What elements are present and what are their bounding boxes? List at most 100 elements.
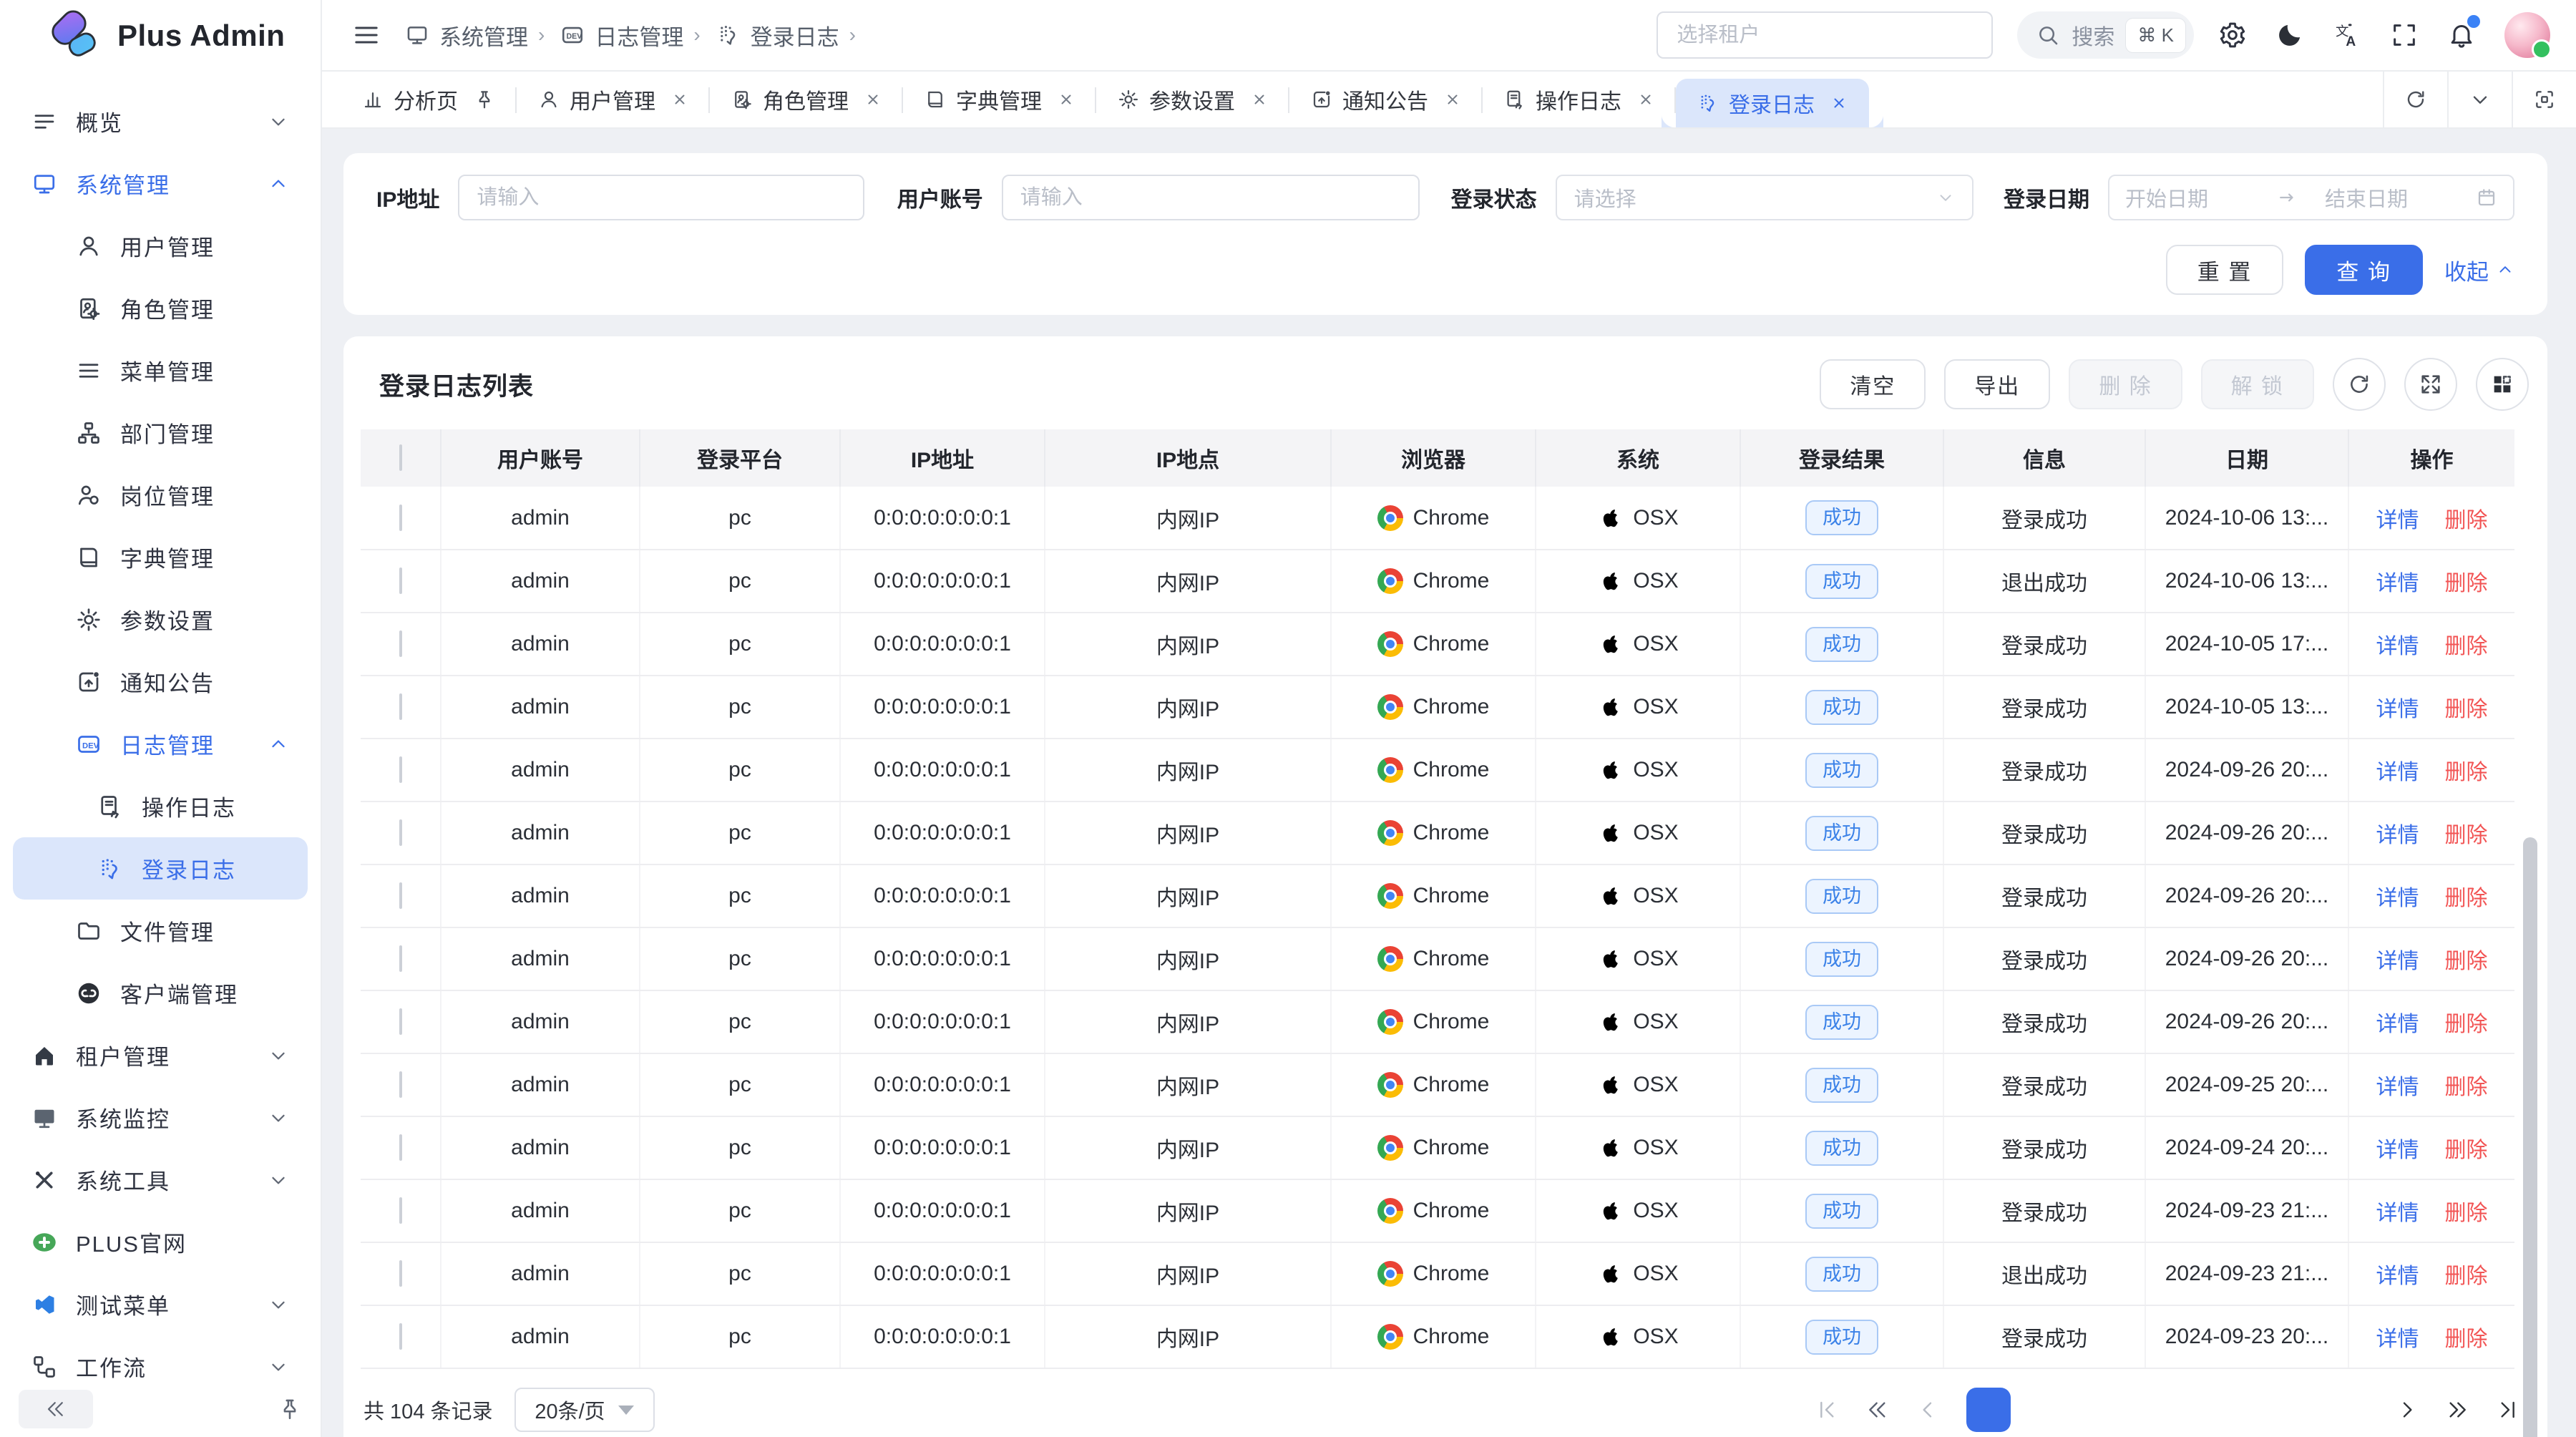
reset-button[interactable]: 重 置 xyxy=(2166,245,2284,295)
close-icon[interactable] xyxy=(1251,91,1268,108)
first-page-icon[interactable] xyxy=(1816,1398,1839,1421)
tenant-select-input[interactable] xyxy=(1657,11,1993,59)
row-checkbox[interactable] xyxy=(399,568,402,594)
row-checkbox[interactable] xyxy=(399,819,402,846)
next-block-icon[interactable] xyxy=(2446,1398,2469,1421)
detail-link[interactable]: 详情 xyxy=(2376,509,2419,532)
columns-button[interactable] xyxy=(2476,358,2529,411)
expand-list-button[interactable] xyxy=(2404,358,2457,411)
row-checkbox[interactable] xyxy=(399,1197,402,1224)
sidebar-item-menu-mgmt[interactable]: 菜单管理 xyxy=(13,339,308,401)
delete-link[interactable]: 删除 xyxy=(2445,887,2488,910)
delete-link[interactable]: 删除 xyxy=(2445,1013,2488,1036)
export-button[interactable]: 导出 xyxy=(1944,359,2050,409)
delete-link[interactable]: 删除 xyxy=(2445,824,2488,847)
clear-button[interactable]: 清空 xyxy=(1820,359,1926,409)
sidebar-item-dept-mgmt[interactable]: 部门管理 xyxy=(13,401,308,464)
pin-icon[interactable] xyxy=(278,1397,302,1421)
last-page-icon[interactable] xyxy=(2496,1398,2519,1421)
page-5[interactable] xyxy=(2253,1388,2297,1432)
tab-login-log[interactable]: 登录日志 xyxy=(1676,79,1869,127)
menu-toggle-icon[interactable] xyxy=(352,21,381,49)
detail-link[interactable]: 详情 xyxy=(2376,1265,2419,1288)
ip-input[interactable] xyxy=(458,175,864,220)
row-checkbox[interactable] xyxy=(399,1008,402,1035)
refresh-tab-icon[interactable] xyxy=(2383,72,2447,127)
row-checkbox[interactable] xyxy=(399,756,402,783)
date-range-picker[interactable]: 开始日期 结束日期 xyxy=(2108,175,2514,220)
account-input[interactable] xyxy=(1002,175,1420,220)
detail-link[interactable]: 详情 xyxy=(2376,1328,2419,1351)
prev-page-icon[interactable] xyxy=(1916,1398,1939,1421)
page-6[interactable] xyxy=(2324,1388,2368,1432)
delete-link[interactable]: 删除 xyxy=(2445,1328,2488,1351)
sidebar-collapse-button[interactable] xyxy=(19,1390,93,1428)
sidebar-item-system-tools[interactable]: 系统工具 xyxy=(13,1149,308,1211)
row-checkbox[interactable] xyxy=(399,505,402,531)
close-icon[interactable] xyxy=(671,91,688,108)
sidebar-item-file-mgmt[interactable]: 文件管理 xyxy=(13,900,308,962)
language-icon[interactable]: 文A xyxy=(2333,21,2361,49)
page-2[interactable] xyxy=(2038,1388,2082,1432)
sidebar-item-dict-mgmt[interactable]: 字典管理 xyxy=(13,526,308,588)
refresh-list-button[interactable] xyxy=(2333,358,2386,411)
tab-analysis[interactable]: 分析页 xyxy=(341,72,517,127)
tab-dict-mgmt[interactable]: 字典管理 xyxy=(903,72,1096,127)
delete-link[interactable]: 删除 xyxy=(2445,698,2488,721)
notifications-icon[interactable] xyxy=(2447,21,2476,49)
sidebar-item-log-mgmt[interactable]: DEV 日志管理 xyxy=(13,713,308,775)
detail-link[interactable]: 详情 xyxy=(2376,635,2419,658)
row-checkbox[interactable] xyxy=(399,945,402,972)
avatar[interactable] xyxy=(2504,12,2550,58)
tab-notice[interactable]: 通知公告 xyxy=(1289,72,1483,127)
delete-link[interactable]: 删除 xyxy=(2445,572,2488,595)
tab-role-mgmt[interactable]: 角色管理 xyxy=(710,72,903,127)
close-icon[interactable] xyxy=(1830,94,1848,112)
tab-menu-icon[interactable] xyxy=(2447,72,2512,127)
settings-icon[interactable] xyxy=(2218,21,2247,49)
sidebar-item-client-mgmt[interactable]: 客户端管理 xyxy=(13,962,308,1024)
sidebar-item-plus-site[interactable]: PLUS官网 xyxy=(13,1211,308,1273)
content-fullscreen-icon[interactable] xyxy=(2512,72,2576,127)
close-icon[interactable] xyxy=(1058,91,1075,108)
close-icon[interactable] xyxy=(864,91,882,108)
page-3[interactable] xyxy=(2109,1388,2154,1432)
sidebar-item-notice[interactable]: 通知公告 xyxy=(13,651,308,713)
sidebar-item-login-log[interactable]: 登录日志 xyxy=(13,837,308,900)
detail-link[interactable]: 详情 xyxy=(2376,1076,2419,1099)
row-checkbox[interactable] xyxy=(399,1071,402,1098)
sidebar-item-post-mgmt[interactable]: 岗位管理 xyxy=(13,464,308,526)
row-checkbox[interactable] xyxy=(399,1134,402,1161)
detail-link[interactable]: 详情 xyxy=(2376,572,2419,595)
global-search[interactable]: 搜索 ⌘ K xyxy=(2017,11,2194,59)
detail-link[interactable]: 详情 xyxy=(2376,761,2419,784)
tab-user-mgmt[interactable]: 用户管理 xyxy=(517,72,710,127)
sidebar-item-role-mgmt[interactable]: 角色管理 xyxy=(13,277,308,339)
delete-link[interactable]: 删除 xyxy=(2445,1265,2488,1288)
detail-link[interactable]: 详情 xyxy=(2376,887,2419,910)
fullscreen-icon[interactable] xyxy=(2390,21,2419,49)
sidebar-item-user-mgmt[interactable]: 用户管理 xyxy=(13,215,308,277)
detail-link[interactable]: 详情 xyxy=(2376,824,2419,847)
breadcrumb-system-mgmt[interactable]: 系统管理 › xyxy=(405,19,545,52)
breadcrumb-login-log[interactable]: 登录日志 › xyxy=(716,19,856,52)
select-all-checkbox[interactable] xyxy=(399,444,402,471)
row-checkbox[interactable] xyxy=(399,882,402,909)
close-icon[interactable] xyxy=(1637,91,1654,108)
prev-block-icon[interactable] xyxy=(1866,1398,1889,1421)
sidebar-item-workflow[interactable]: 工作流 xyxy=(13,1335,308,1387)
collapse-filter-link[interactable]: 收起 xyxy=(2444,254,2514,286)
breadcrumb-log-mgmt[interactable]: DEV 日志管理 › xyxy=(560,19,700,52)
sidebar-item-param-settings[interactable]: 参数设置 xyxy=(13,588,308,651)
delete-link[interactable]: 删除 xyxy=(2445,1139,2488,1162)
delete-link[interactable]: 删除 xyxy=(2445,509,2488,532)
delete-link[interactable]: 删除 xyxy=(2445,1202,2488,1225)
detail-link[interactable]: 详情 xyxy=(2376,1139,2419,1162)
sidebar-item-system-mgmt[interactable]: 系统管理 xyxy=(13,152,308,215)
pin-icon[interactable] xyxy=(474,89,495,110)
detail-link[interactable]: 详情 xyxy=(2376,698,2419,721)
delete-link[interactable]: 删除 xyxy=(2445,635,2488,658)
tab-param-settings[interactable]: 参数设置 xyxy=(1096,72,1289,127)
row-checkbox[interactable] xyxy=(399,1323,402,1350)
row-checkbox[interactable] xyxy=(399,630,402,657)
